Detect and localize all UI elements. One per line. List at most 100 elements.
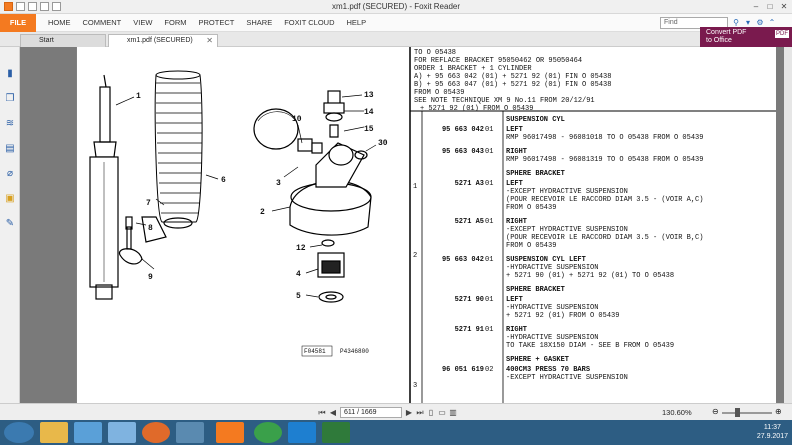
window-title: xm1.pdf (SECURED) - Foxit Reader — [331, 2, 461, 11]
header-line: ORDER 1 BRACKET + 1 CYLINDER — [414, 65, 532, 73]
side-ref: 1 — [413, 183, 417, 191]
page-number-input[interactable]: 611 / 1669 — [340, 407, 402, 418]
firefox-taskbar-icon[interactable] — [142, 422, 170, 443]
menu-foxit-cloud[interactable]: FOXIT CLOUD — [278, 14, 340, 32]
zoom-in-icon[interactable]: ⊕ — [775, 407, 782, 416]
callout-number: 14 — [364, 108, 374, 117]
single-page-icon[interactable]: ▯ — [427, 408, 435, 417]
vertical-scrollbar[interactable] — [784, 47, 792, 403]
callout-number: 2 — [260, 208, 265, 217]
part-description: -EXCEPT HYDRACTIVE SUSPENSION — [506, 226, 628, 234]
close-button[interactable]: ✕ — [778, 1, 790, 12]
menu-comment[interactable]: COMMENT — [77, 14, 128, 32]
layers-icon[interactable]: ≋ — [4, 117, 16, 130]
system-clock[interactable]: 11:37 27.9.2017 — [757, 423, 788, 441]
menu-help[interactable]: HELP — [341, 14, 373, 32]
part-description: RIGHT — [506, 148, 527, 156]
part-qty: 01 — [485, 326, 493, 334]
page-content: TO O 05438 FOR REFLACE BRACKET 95050462 … — [76, 47, 776, 403]
part-description: SUSPENSION CYL LEFT — [506, 256, 586, 264]
app-taskbar-icon[interactable] — [176, 422, 204, 443]
app-taskbar-icon[interactable] — [322, 422, 350, 443]
callout-number: 7 — [146, 199, 151, 208]
side-ref: 3 — [413, 382, 417, 390]
pages-icon[interactable]: ❐ — [4, 92, 16, 105]
zoom-slider-handle[interactable] — [735, 408, 740, 417]
part-description: SUSPENSION CYL — [506, 116, 565, 124]
menu-home[interactable]: HOME — [42, 14, 77, 32]
chrome-taskbar-icon[interactable] — [254, 422, 282, 443]
clock-date: 27.9.2017 — [756, 433, 788, 440]
zoom-level[interactable]: 130.60% — [662, 407, 692, 418]
start-button[interactable] — [4, 422, 34, 443]
diagram-code: F04581 — [304, 348, 326, 355]
menu-protect[interactable]: PROTECT — [193, 14, 241, 32]
signatures-icon[interactable]: ✎ — [4, 217, 16, 230]
app-taskbar-icon[interactable] — [108, 422, 136, 443]
close-tab-icon[interactable]: ✕ — [206, 35, 213, 47]
part-ref: 95 663 043 — [442, 148, 484, 156]
file-menu-button[interactable]: FILE — [0, 14, 36, 32]
minimize-button[interactable]: – — [750, 1, 762, 12]
part-ref: 5271 A5 — [455, 218, 484, 226]
menu-share[interactable]: SHARE — [240, 14, 278, 32]
next-page-icon[interactable]: ▶ — [405, 408, 413, 417]
callout-number: 10 — [292, 115, 302, 124]
part-description: -HYDRACTIVE SUSPENSION — [506, 264, 598, 272]
callout-number: 12 — [296, 244, 306, 253]
part-description: LEFT — [506, 180, 523, 188]
part-description: SPHERE BRACKET — [506, 286, 565, 294]
part-description: + 5271 92 (01) FROM O 05439 — [506, 312, 619, 320]
part-description: (POUR RECEVOIR LE RACCORD DIAM 3.5 - (VO… — [506, 196, 703, 204]
part-qty: 01 — [485, 180, 493, 188]
window-controls: – □ ✕ — [750, 1, 790, 12]
convert-pdf-to-office-button[interactable]: Convert PDF to Office PDF — [700, 27, 792, 47]
part-ref: 5271 A3 — [455, 180, 484, 188]
menu-form[interactable]: FORM — [158, 14, 192, 32]
part-qty: 01 — [485, 296, 493, 304]
part-description: -EXCEPT HYDRACTIVE SUSPENSION — [506, 188, 628, 196]
app-taskbar-icon[interactable] — [288, 422, 316, 443]
bookmark-icon[interactable]: ▮ — [4, 67, 16, 80]
zoom-out-icon[interactable]: ⊖ — [712, 407, 719, 416]
part-description: SPHERE BRACKET — [506, 170, 565, 178]
parts-list: SUSPENSION CYL95 663 042 01 LEFTRMP 960174… — [442, 116, 703, 382]
part-description: RIGHT — [506, 326, 527, 334]
callout-number: 6 — [221, 176, 226, 185]
title-bar: xm1.pdf (SECURED) - Foxit Reader – □ ✕ — [0, 0, 792, 14]
maximize-button[interactable]: □ — [764, 1, 776, 12]
first-page-icon[interactable]: ⏮ — [318, 408, 326, 418]
continuous-icon[interactable]: ▭ — [438, 408, 446, 417]
comments-icon[interactable]: ▤ — [4, 142, 16, 155]
header-line: B) + 95 663 047 (01) + 5271 92 (01) FIN … — [414, 81, 611, 89]
last-page-icon[interactable]: ⏭ — [416, 408, 424, 418]
callout-number: 15 — [364, 125, 374, 134]
header-line: A) + 95 663 042 (01) + 5271 92 (01) FIN … — [414, 73, 611, 81]
document-viewer: TO O 05438 FOR REFLACE BRACKET 95050462 … — [20, 47, 792, 403]
part-qty: 01 — [485, 126, 493, 134]
side-ref: 2 — [413, 252, 417, 260]
foxit-taskbar-icon[interactable] — [216, 422, 244, 443]
part-description: RMP 96017498 - 96081319 TO O 05438 FROM … — [506, 156, 703, 164]
facing-icon[interactable]: ▥ — [449, 408, 457, 417]
callout-number: 5 — [296, 292, 301, 301]
part-description: RMP 96017498 - 96081018 TO O 05438 FROM … — [506, 134, 703, 142]
security-icon[interactable]: ▣ — [4, 192, 16, 205]
clock-time: 11:37 — [763, 424, 781, 431]
exploded-diagram — [89, 70, 377, 303]
explorer-taskbar-icon[interactable] — [40, 422, 68, 443]
part-ref: 96 051 619 — [442, 366, 484, 374]
tab-start[interactable]: Start — [20, 34, 106, 47]
menu-tabs: HOME COMMENT VIEW FORM PROTECT SHARE FOX… — [42, 14, 372, 32]
zoom-slider[interactable] — [722, 412, 772, 414]
tab-document[interactable]: xm1.pdf (SECURED) ✕ — [108, 34, 218, 47]
attachments-icon[interactable]: ⌀ — [4, 167, 16, 180]
header-line: SEE NOTE TECHNIQUE XM 9 No.11 FROM 20/12… — [414, 97, 595, 105]
app-taskbar-icon[interactable] — [74, 422, 102, 443]
part-description: TO TAKE 18X150 DIAM - SEE B FROM O 05439 — [506, 342, 674, 350]
menu-view[interactable]: VIEW — [127, 14, 158, 32]
previous-page-icon[interactable]: ◀ — [329, 408, 337, 417]
callout-number: 1 — [136, 92, 141, 101]
part-description: FROM O 05439 — [506, 204, 556, 212]
status-bar: ⏮ ◀ 611 / 1669 ▶ ⏭ ▯ ▭ ▥ 130.60% ⊖ ⊕ — [0, 403, 792, 420]
